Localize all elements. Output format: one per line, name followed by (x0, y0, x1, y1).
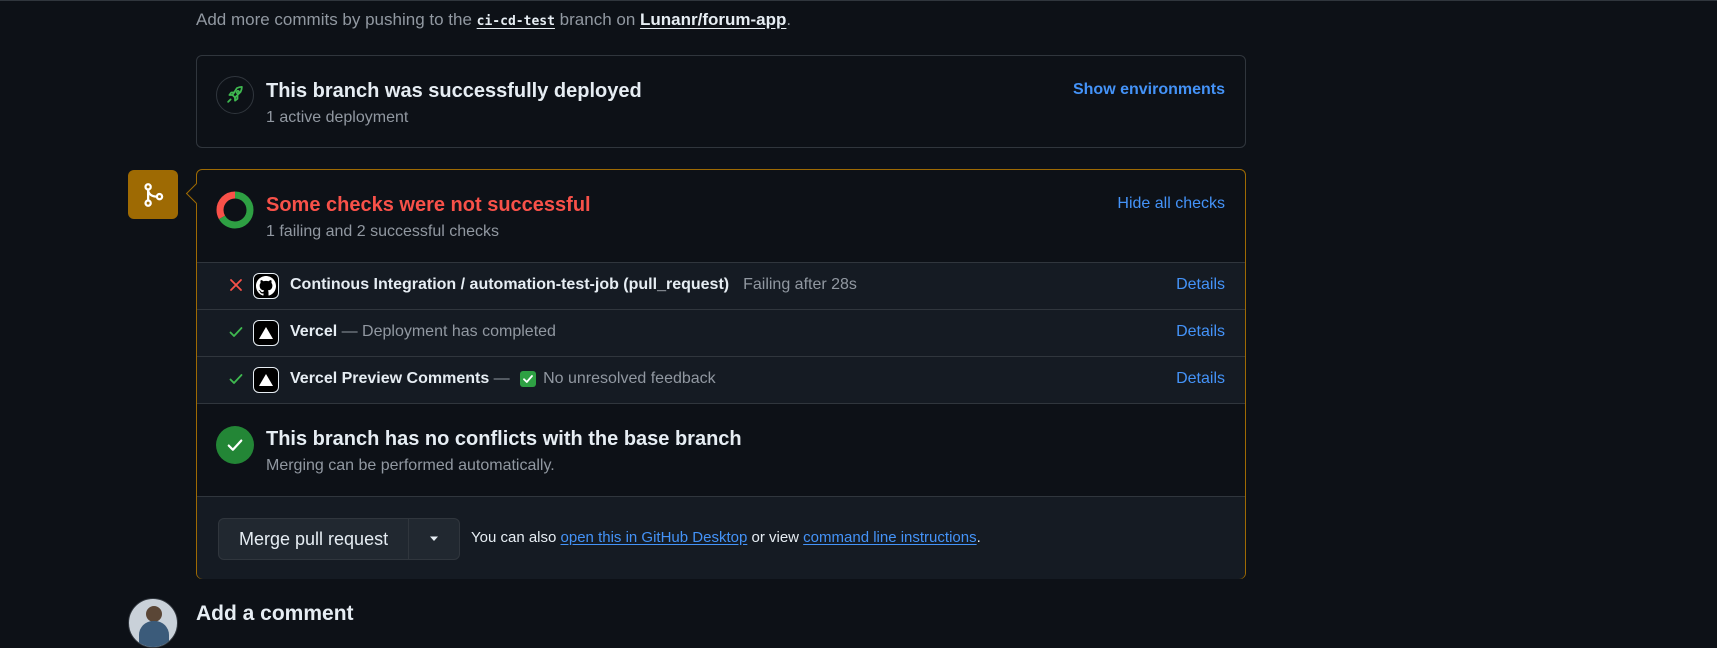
add-comment-section: Add a comment (128, 598, 928, 648)
repo-link[interactable]: Lunanr/forum-app (640, 10, 786, 29)
rocket-icon (216, 76, 254, 114)
merge-options-dropdown[interactable] (408, 519, 459, 559)
check-row: Continous Integration / automation-test-… (197, 263, 1245, 310)
details-link[interactable]: Details (1176, 370, 1225, 388)
check-row: Vercel Preview Comments — No unresolved … (197, 357, 1245, 404)
merge-button-group: Merge pull request (218, 518, 461, 560)
check-line: Vercel — Deployment has completed (290, 323, 556, 341)
check-name: Vercel Preview Comments (290, 370, 490, 387)
check-row: Vercel — Deployment has completed Detail… (197, 310, 1245, 357)
x-icon (227, 276, 245, 294)
show-environments-link[interactable]: Show environments (1073, 81, 1225, 99)
avatar[interactable] (128, 598, 178, 648)
merge-status-box: Some checks were not successful 1 failin… (185, 169, 1246, 579)
deployment-subtitle: 1 active deployment (266, 109, 409, 126)
github-icon (253, 273, 279, 299)
check-line: Continous Integration / automation-test-… (290, 276, 857, 294)
command-line-instructions-link[interactable]: command line instructions (803, 529, 976, 546)
commit-hint-middle: branch on (559, 10, 636, 29)
check-circle-icon (216, 426, 254, 464)
vercel-icon (253, 367, 279, 393)
conflict-title: This branch has no conflicts with the ba… (266, 428, 742, 450)
top-divider (0, 0, 1717, 1)
merge-actions: Merge pull request You can also open thi… (197, 497, 1245, 579)
deployment-title: This branch was successfully deployed (266, 80, 642, 102)
check-description: Failing after 28s (743, 276, 857, 293)
merge-alternatives: You can also open this in GitHub Desktop… (471, 529, 981, 546)
git-merge-icon (128, 170, 178, 219)
check-description: Deployment has completed (362, 323, 556, 340)
merge-text-prefix: You can also (471, 529, 557, 546)
checks-donut-icon (216, 191, 254, 229)
check-name: Vercel (290, 323, 338, 340)
conflict-subtitle: Merging can be performed automatically. (266, 457, 555, 474)
check-description: No unresolved feedback (543, 370, 716, 387)
check-icon (227, 323, 245, 341)
commit-hint-prefix: Add more commits by pushing to the (196, 10, 472, 29)
merge-text-suffix: . (976, 529, 981, 546)
hide-all-checks-link[interactable]: Hide all checks (1117, 195, 1225, 213)
triangle-down-icon (428, 530, 440, 548)
check-separator: — (337, 323, 363, 340)
details-link[interactable]: Details (1176, 323, 1225, 341)
open-github-desktop-link[interactable]: open this in GitHub Desktop (561, 529, 748, 546)
details-link[interactable]: Details (1176, 276, 1225, 294)
merge-pull-request-button[interactable]: Merge pull request (219, 519, 408, 559)
commit-hint-suffix: . (786, 10, 792, 29)
check-icon (227, 370, 245, 388)
checks-title: Some checks were not successful (266, 194, 591, 216)
merge-text-middle: or view (751, 529, 799, 546)
check-name: Continous Integration / automation-test-… (290, 276, 730, 293)
vercel-icon (253, 320, 279, 346)
branch-name[interactable]: ci-cd-test (477, 14, 555, 29)
conflict-status: This branch has no conflicts with the ba… (197, 404, 1245, 497)
add-comment-title: Add a comment (196, 602, 354, 625)
check-separator: — (489, 370, 515, 387)
checks-header: Some checks were not successful 1 failin… (197, 170, 1245, 263)
checkbox-checked-icon (520, 371, 537, 387)
deployment-box: This branch was successfully deployed 1 … (196, 55, 1246, 148)
checks-subtitle: 1 failing and 2 successful checks (266, 223, 500, 240)
check-line: Vercel Preview Comments — No unresolved … (290, 370, 716, 388)
commit-hint: Add more commits by pushing to the ci-cd… (196, 10, 791, 30)
